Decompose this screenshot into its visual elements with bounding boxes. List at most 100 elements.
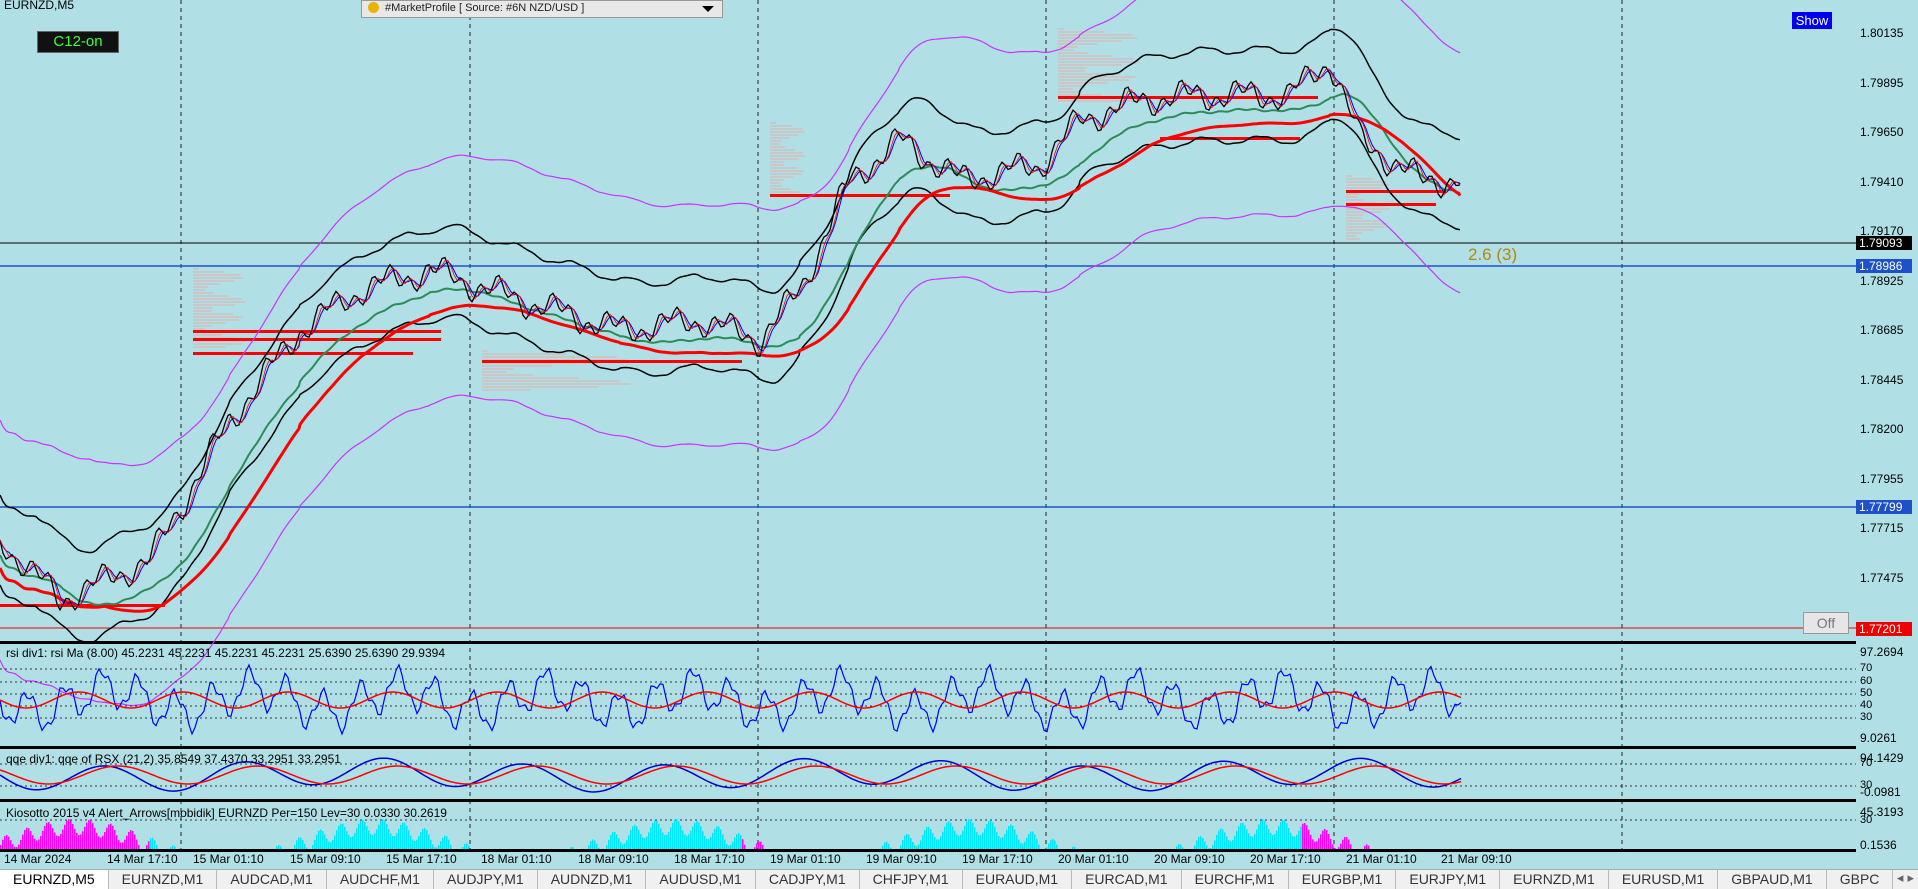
kiosotto-bar bbox=[910, 837, 912, 849]
tab-chfjpy-m1[interactable]: CHFJPY,M1 bbox=[860, 870, 963, 889]
kiosotto-bar bbox=[710, 836, 712, 849]
kiosotto-bar bbox=[1348, 839, 1350, 849]
kiosotto-bar bbox=[592, 839, 594, 849]
tab-euraud-m1[interactable]: EURAUD,M1 bbox=[963, 870, 1073, 889]
kiosotto-bar bbox=[1340, 843, 1342, 849]
kiosotto-bar bbox=[700, 826, 702, 849]
kiosotto-bar bbox=[968, 819, 970, 849]
market-profile-bar bbox=[1058, 31, 1106, 33]
market-profile-combo[interactable]: #MarketProfile [ Source: #6N NZD/USD ] bbox=[361, 0, 723, 18]
kiosotto-bar bbox=[102, 835, 104, 849]
tab-eurusd-m1[interactable]: EURUSD,M1 bbox=[1609, 870, 1719, 889]
kiosotto-bar bbox=[120, 842, 122, 849]
kiosotto-bar bbox=[1246, 829, 1248, 849]
tab-eurnzd-m1[interactable]: EURNZD,M1 bbox=[109, 870, 218, 889]
kiosotto-bar bbox=[680, 825, 682, 849]
kiosotto-bar bbox=[640, 834, 642, 849]
price-axis-label: 1.79410 bbox=[1860, 174, 1904, 189]
tab-audjpy-m1[interactable]: AUDJPY,M1 bbox=[434, 870, 538, 889]
kiosotto-bar bbox=[706, 838, 708, 849]
kiosotto-bar bbox=[104, 831, 106, 849]
market-profile-bar bbox=[193, 322, 226, 324]
kiosotto-bar bbox=[8, 836, 10, 849]
tab-eurcad-m1[interactable]: EURCAD,M1 bbox=[1072, 870, 1182, 889]
tab-eurchf-m1[interactable]: EURCHF,M1 bbox=[1182, 870, 1289, 889]
market-profile-bar bbox=[770, 179, 785, 181]
kiosotto-bar bbox=[736, 834, 738, 849]
kiosotto-bar bbox=[1326, 830, 1328, 849]
off-button[interactable]: Off bbox=[1803, 612, 1849, 634]
kiosotto-bar bbox=[1232, 840, 1234, 849]
kiosotto-bar bbox=[928, 826, 930, 849]
kiosotto-bar bbox=[1210, 847, 1212, 849]
tab-gbpaud-m1[interactable]: GBPAUD,M1 bbox=[1718, 870, 1827, 889]
market-profile-bar bbox=[1058, 82, 1108, 84]
market-profile-bar bbox=[193, 277, 244, 279]
market-profile-bar bbox=[193, 268, 199, 270]
kiosotto-bar bbox=[330, 842, 332, 849]
tab-eurjpy-m1[interactable]: EURJPY,M1 bbox=[1396, 870, 1501, 889]
kiosotto-bar bbox=[32, 835, 34, 849]
dropdown-arrow-icon[interactable] bbox=[702, 6, 714, 12]
kiosotto-bar bbox=[300, 837, 302, 849]
tab-gbpc[interactable]: GBPC bbox=[1827, 870, 1894, 889]
show-button[interactable]: Show bbox=[1792, 12, 1832, 29]
kiosotto-bar bbox=[1202, 837, 1204, 849]
kiosotto-bar bbox=[934, 837, 936, 849]
blue-level-tag-2: 1.77799 bbox=[1856, 500, 1912, 514]
kiosotto-bar bbox=[1364, 845, 1366, 849]
kiosotto-bar bbox=[448, 839, 450, 849]
kiosotto-bar bbox=[716, 826, 718, 849]
tab-eurnzd-m1[interactable]: EURNZD,M1 bbox=[1500, 870, 1609, 889]
market-profile-bar bbox=[482, 374, 533, 376]
tab-scroll-arrows-icon[interactable]: ◂ ▸ bbox=[1897, 871, 1914, 886]
kiosotto-bar bbox=[296, 840, 298, 849]
price-axis-label: 1.78685 bbox=[1860, 323, 1904, 337]
kiosotto-bar bbox=[378, 824, 380, 849]
tab-audnzd-m1[interactable]: AUDNZD,M1 bbox=[538, 870, 647, 889]
market-profile-bar bbox=[482, 365, 552, 367]
market-profile-bar bbox=[770, 170, 804, 172]
kiosotto-bar bbox=[392, 836, 394, 849]
kiosotto-bar bbox=[280, 846, 282, 849]
red-level-tag: 1.77201 bbox=[1856, 622, 1912, 636]
tab-audchf-m1[interactable]: AUDCHF,M1 bbox=[327, 870, 434, 889]
time-axis-label: 14 Mar 2024 bbox=[4, 852, 72, 866]
kiosotto-bar bbox=[972, 822, 974, 849]
market-profile-bar bbox=[770, 182, 780, 184]
kiosotto-bar bbox=[1264, 820, 1266, 849]
market-profile-source: #MarketProfile [ Source: #6N NZD/USD ] bbox=[385, 2, 585, 14]
kiosotto-bar bbox=[394, 835, 396, 849]
kiosotto-bar bbox=[1024, 841, 1026, 849]
kiosotto-bar bbox=[64, 824, 66, 849]
poc-line bbox=[770, 194, 950, 197]
tab-eurnzd-m5[interactable]: EURNZD,M5 bbox=[0, 870, 109, 889]
time-axis-label: 15 Mar 09:10 bbox=[290, 852, 361, 866]
tab-audusd-m1[interactable]: AUDUSD,M1 bbox=[646, 870, 756, 889]
tab-cadjpy-m1[interactable]: CADJPY,M1 bbox=[756, 870, 860, 889]
tab-eurgbp-m1[interactable]: EURGBP,M1 bbox=[1289, 870, 1397, 889]
market-profile-bar bbox=[1058, 34, 1133, 36]
time-axis-label: 20 Mar 17:10 bbox=[1250, 852, 1321, 866]
kiosotto-bar bbox=[1038, 844, 1040, 849]
kiosotto-bar bbox=[44, 825, 46, 849]
kiosotto-bar bbox=[730, 844, 732, 849]
kiosotto-bar bbox=[646, 836, 648, 849]
kiosotto-bar bbox=[1342, 839, 1344, 849]
kiosotto-bar bbox=[1216, 835, 1218, 849]
market-profile-bar bbox=[193, 298, 242, 300]
fib-annotation: 2.6 (3) bbox=[1468, 245, 1518, 264]
tab-audcad-m1[interactable]: AUDCAD,M1 bbox=[217, 870, 327, 889]
kiosotto-bar bbox=[960, 834, 962, 849]
kiosotto-bar bbox=[1020, 842, 1022, 849]
kiosotto-bar bbox=[682, 830, 684, 849]
kiosotto-bar bbox=[902, 840, 904, 849]
kiosotto-bar bbox=[1252, 836, 1254, 849]
kiosotto-bar bbox=[704, 835, 706, 849]
kiosotto-bar bbox=[648, 832, 650, 849]
kiosotto-bar bbox=[620, 841, 622, 849]
kiosotto-bar bbox=[638, 829, 640, 849]
kiosotto-bar bbox=[904, 835, 906, 849]
kiosotto-bar bbox=[1304, 823, 1306, 849]
kiosotto-bar bbox=[1258, 824, 1260, 849]
